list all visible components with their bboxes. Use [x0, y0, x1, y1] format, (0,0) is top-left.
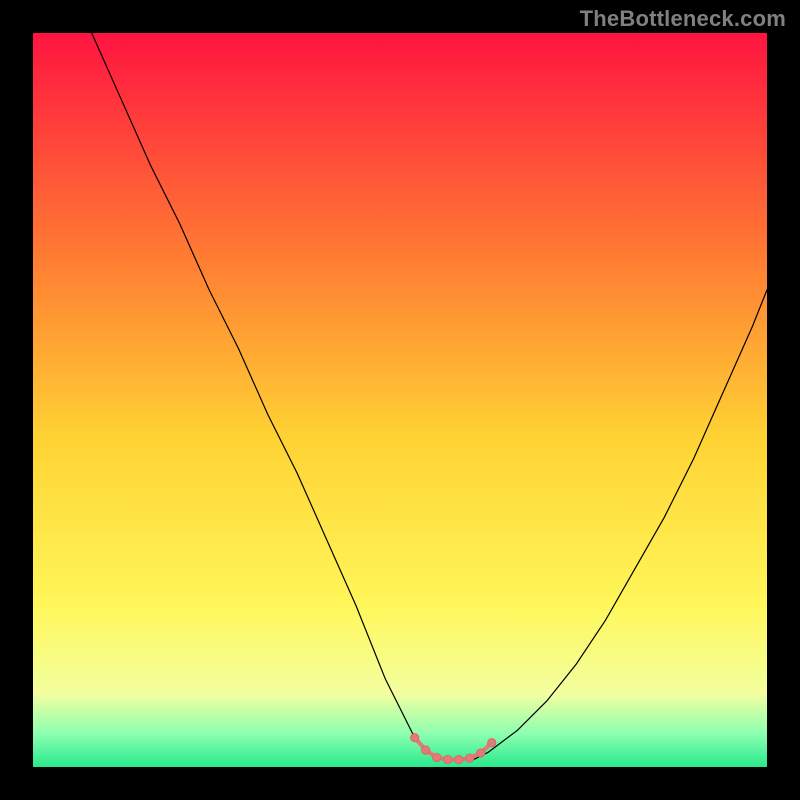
- watermark-text: TheBottleneck.com: [580, 6, 786, 32]
- optimal-point: [410, 733, 418, 741]
- optimal-point: [444, 755, 452, 763]
- chart-frame: TheBottleneck.com: [0, 0, 800, 800]
- optimal-point: [466, 754, 474, 762]
- optimal-point: [488, 739, 496, 747]
- optimal-point: [421, 746, 429, 754]
- gradient-background: [33, 33, 767, 767]
- optimal-point: [455, 755, 463, 763]
- optimal-point: [433, 753, 441, 761]
- bottleneck-chart: [33, 33, 767, 767]
- chart-svg: [33, 33, 767, 767]
- optimal-point: [477, 749, 485, 757]
